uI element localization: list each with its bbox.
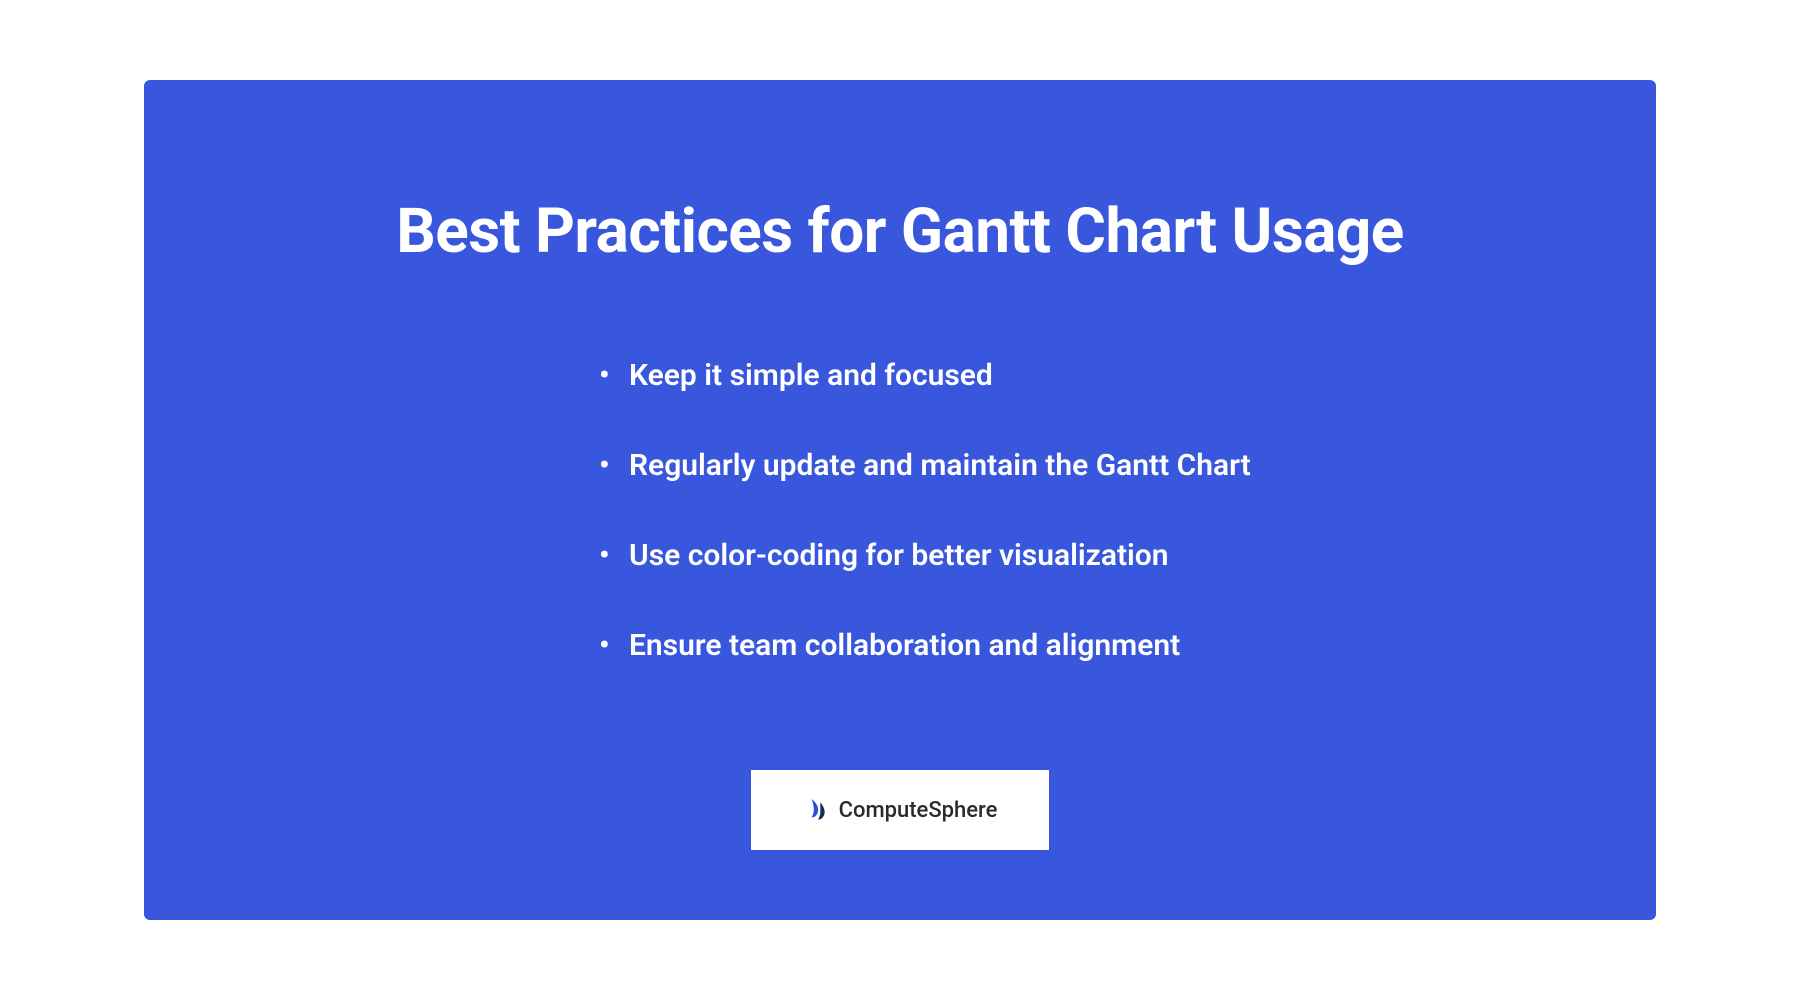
slide-title: Best Practices for Gantt Chart Usage bbox=[144, 195, 1656, 268]
bullet-item: Regularly update and maintain the Gantt … bbox=[599, 448, 1656, 483]
slide-container: Best Practices for Gantt Chart Usage Kee… bbox=[144, 80, 1656, 920]
logo: ComputeSphere bbox=[751, 770, 1049, 850]
bullet-list: Keep it simple and focused Regularly upd… bbox=[599, 358, 1656, 663]
logo-text: ComputeSphere bbox=[839, 798, 998, 823]
bullet-item: Ensure team collaboration and alignment bbox=[599, 628, 1656, 663]
logo-icon bbox=[803, 797, 829, 823]
bullet-item: Keep it simple and focused bbox=[599, 358, 1656, 393]
bullet-item: Use color-coding for better visualizatio… bbox=[599, 538, 1656, 573]
